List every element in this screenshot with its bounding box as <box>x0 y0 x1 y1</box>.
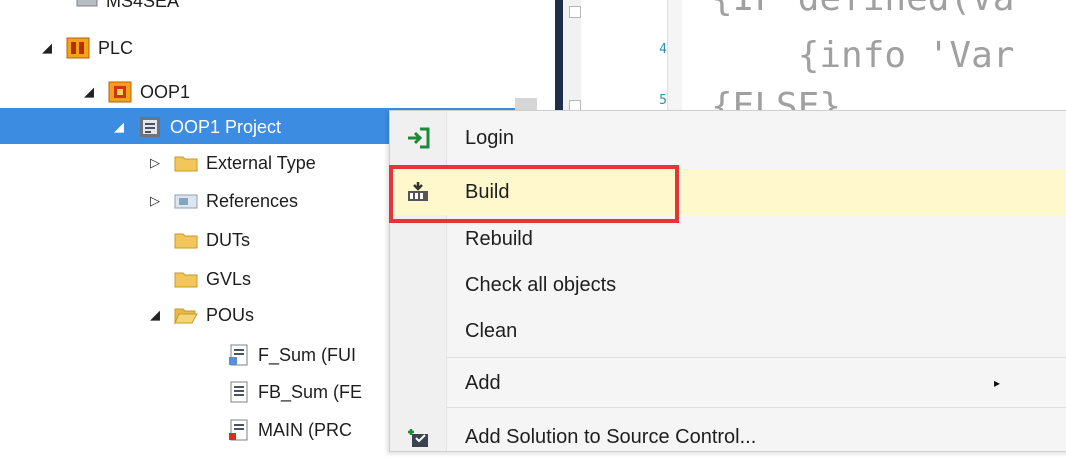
function-icon <box>228 344 250 366</box>
tree-item-label: OOP1 <box>140 81 191 102</box>
code-line[interactable]: {info 'Var <box>711 35 1015 76</box>
tree-item-label: PLC <box>98 37 134 58</box>
tree-item-label: F_Sum (FUI <box>258 344 357 365</box>
tree-item-oop1-project[interactable]: ◢ OOP1 Project <box>112 110 281 144</box>
tree-item-main[interactable]: MAIN (PRC <box>216 413 352 443</box>
folder-icon <box>174 153 198 173</box>
collapsed-arrow-icon[interactable]: ▷ <box>148 193 162 209</box>
tree-item-label: MS4SEA <box>106 0 180 11</box>
menu-item-label: Check all objects <box>465 273 617 296</box>
references-icon <box>174 191 198 211</box>
menu-item-clean[interactable]: Clean <box>390 308 1066 354</box>
line-number: 5 <box>659 93 667 108</box>
tree-item-f-sum[interactable]: F_Sum (FUI <box>216 338 356 372</box>
tree-item-label: DUTs <box>206 229 250 250</box>
menu-item-label: Login <box>465 126 514 149</box>
tree-item-label: References <box>206 190 299 211</box>
tree-item-fb-sum[interactable]: FB_Sum (FE <box>216 375 362 409</box>
tree-item-plc[interactable]: ◢ PLC <box>40 31 133 65</box>
device-icon <box>76 0 98 8</box>
expand-arrow-icon[interactable]: ◢ <box>148 307 162 323</box>
menu-item-add[interactable]: Add ▸ <box>390 360 1066 406</box>
fold-toggle-icon[interactable] <box>569 6 581 18</box>
expand-arrow-icon[interactable]: ◢ <box>82 84 96 100</box>
folder-open-icon <box>174 305 198 325</box>
collapsed-arrow-icon[interactable]: ▷ <box>148 155 162 171</box>
menu-item-label: Build <box>465 180 510 203</box>
line-number: 4 <box>659 42 667 57</box>
project-icon <box>138 115 162 139</box>
source-control-icon <box>390 426 446 448</box>
menu-item-label: Add <box>465 371 501 394</box>
tree-item-pous[interactable]: ◢ POUs <box>148 298 254 332</box>
menu-item-rebuild[interactable]: Rebuild <box>390 216 1066 262</box>
submenu-arrow-icon: ▸ <box>993 376 1000 390</box>
menu-item-build[interactable]: Build <box>390 169 1066 215</box>
tree-item-external-types[interactable]: ▷ External Type <box>148 146 316 180</box>
code-line[interactable]: {IF defined(Va <box>711 0 1014 19</box>
menu-item-login[interactable]: Login <box>390 115 1066 161</box>
menu-separator <box>447 357 1066 358</box>
login-icon <box>390 127 446 149</box>
tree-item-label: OOP1 Project <box>170 116 282 137</box>
menu-item-label: Add Solution to Source Control... <box>465 425 757 448</box>
tree-item-label: External Type <box>206 152 316 173</box>
tree-item-device[interactable]: MS4SEA <box>64 0 179 18</box>
context-menu: Login Build Rebuild Check all objects Cl… <box>389 110 1066 452</box>
function-block-icon <box>228 381 250 403</box>
menu-separator <box>447 407 1066 408</box>
menu-item-add-solution-to-source-control[interactable]: Add Solution to Source Control... <box>390 414 1066 460</box>
plc-icon <box>66 36 90 60</box>
tree-item-duts[interactable]: DUTs <box>162 223 250 257</box>
tree-item-label: GVLs <box>206 268 252 289</box>
expand-arrow-icon[interactable]: ◢ <box>40 40 54 56</box>
menu-item-label: Clean <box>465 319 518 342</box>
tree-item-label: FB_Sum (FE <box>258 381 363 402</box>
menu-item-label: Rebuild <box>465 227 533 250</box>
tree-item-gvls[interactable]: GVLs <box>162 262 251 296</box>
tree-item-references[interactable]: ▷ References <box>148 184 298 218</box>
expand-arrow-icon[interactable]: ◢ <box>112 119 126 135</box>
tree-item-label: MAIN (PRC <box>258 419 352 440</box>
tree-item-label: POUs <box>206 304 255 325</box>
tree-item-oop1[interactable]: ◢ OOP1 <box>82 75 190 109</box>
folder-icon <box>174 269 198 289</box>
folder-icon <box>174 230 198 250</box>
plc-project-icon <box>108 80 132 104</box>
build-icon <box>390 181 446 203</box>
menu-item-check-all-objects[interactable]: Check all objects <box>390 262 1066 308</box>
program-icon <box>228 419 250 441</box>
